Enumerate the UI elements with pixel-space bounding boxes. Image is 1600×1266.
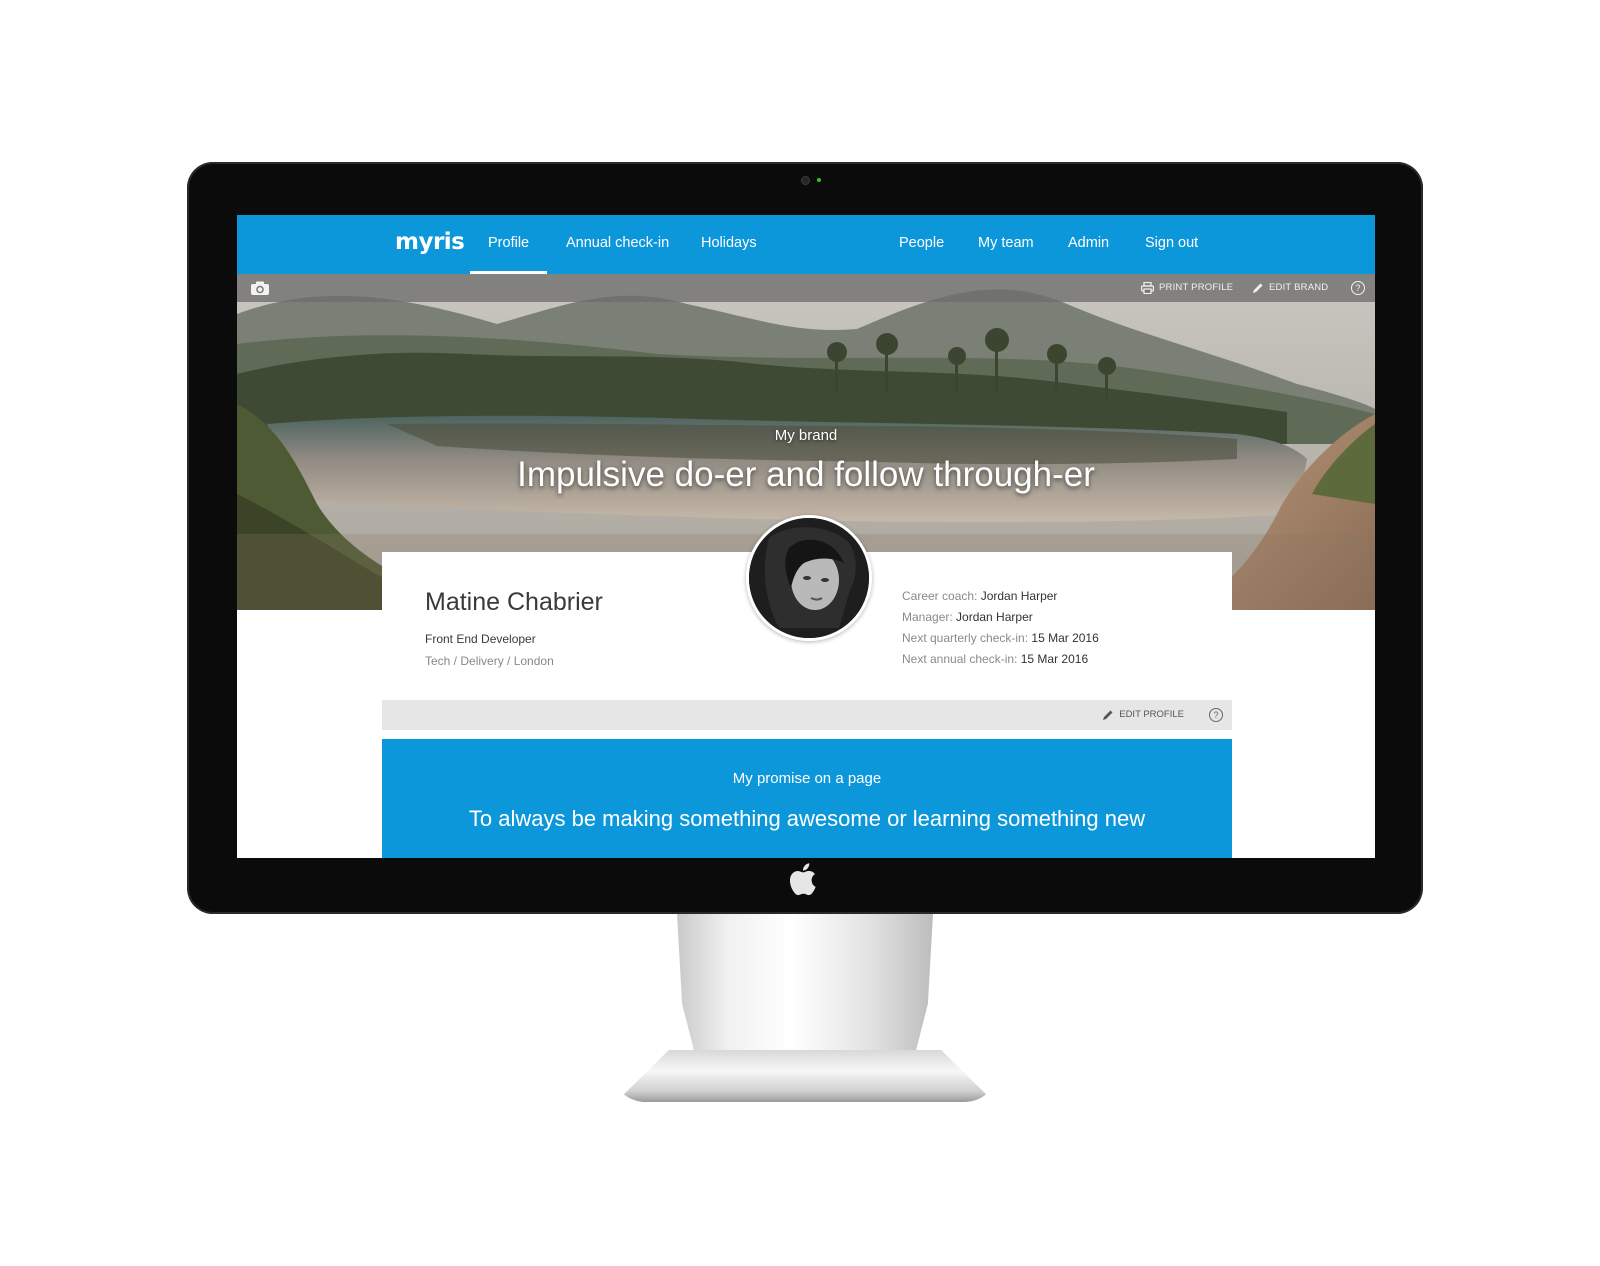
next-quarterly-check-in-row: Next quarterly check-in: 15 Mar 2016 — [902, 631, 1099, 645]
apple-logo-icon — [789, 863, 816, 896]
manager-row: Manager: Jordan Harper — [902, 610, 1033, 624]
meta-key: Next quarterly check-in: — [902, 631, 1032, 645]
promise-label: My promise on a page — [732, 770, 882, 787]
avatar — [746, 515, 872, 641]
brand-toolbar: PRINT PROFILE EDIT BRAND ? — [237, 274, 1375, 302]
edit-brand-label: EDIT BRAND — [1269, 282, 1329, 293]
edit-profile-label: EDIT PROFILE — [1119, 709, 1184, 720]
next-annual-check-in-row: Next annual check-in: 15 Mar 2016 — [902, 652, 1088, 666]
nav-profile[interactable]: Profile — [469, 215, 548, 274]
print-profile-label: PRINT PROFILE — [1159, 282, 1234, 293]
pencil-icon — [1253, 283, 1263, 293]
meta-key: Manager: — [902, 610, 957, 624]
brand-label: My brand — [774, 427, 838, 444]
monitor-stand-base — [616, 1050, 994, 1102]
top-navigation: myris Profile Annual check-in Holidays P… — [237, 215, 1375, 274]
promise-text: To always be making something awesome or… — [468, 806, 1146, 831]
help-icon: ? — [1351, 281, 1365, 295]
profile-department: Tech / Delivery / London — [425, 654, 554, 668]
nav-my-team[interactable]: My team — [978, 215, 1034, 274]
profile-name: Matine Chabrier — [425, 588, 603, 616]
avatar-photo — [749, 518, 869, 638]
webcam-icon — [801, 176, 810, 185]
meta-value: Jordan Harper — [956, 610, 1033, 624]
meta-value: 15 Mar 2016 — [1031, 631, 1099, 645]
print-profile-button[interactable]: PRINT PROFILE — [1141, 274, 1233, 302]
help-icon[interactable]: ? — [1209, 708, 1223, 722]
meta-key: Next annual check-in: — [902, 652, 1021, 666]
pencil-icon — [1103, 710, 1113, 720]
screen: My brand Impulsive do-er and follow thro… — [237, 215, 1375, 858]
meta-key: Career coach: — [902, 589, 981, 603]
nav-sign-out[interactable]: Sign out — [1145, 215, 1198, 274]
profile-card-footer: EDIT PROFILE ? — [382, 700, 1232, 730]
brand-statement: Impulsive do-er and follow through-er — [517, 455, 1095, 494]
meta-value: Jordan Harper — [980, 589, 1058, 603]
myris-logo[interactable]: myris — [395, 229, 465, 269]
nav-people[interactable]: People — [899, 215, 944, 274]
promise-section: My promise on a page To always be making… — [382, 739, 1232, 858]
change-cover-photo-button[interactable] — [250, 274, 270, 302]
career-coach-row: Career coach: Jordan Harper — [902, 589, 1057, 603]
printer-icon — [1141, 282, 1154, 294]
nav-admin[interactable]: Admin — [1068, 215, 1109, 274]
monitor-stand-neck — [677, 914, 933, 1064]
profile-role: Front End Developer — [425, 632, 536, 646]
camera-icon — [251, 281, 269, 295]
edit-profile-button[interactable]: EDIT PROFILE — [1102, 700, 1184, 730]
meta-value: 15 Mar 2016 — [1020, 652, 1089, 666]
brand-help-button[interactable]: ? — [1351, 274, 1365, 302]
edit-brand-button[interactable]: EDIT BRAND — [1252, 274, 1328, 302]
nav-annual-check-in[interactable]: Annual check-in — [566, 215, 669, 274]
webcam-led — [817, 178, 821, 182]
nav-holidays[interactable]: Holidays — [701, 215, 757, 274]
